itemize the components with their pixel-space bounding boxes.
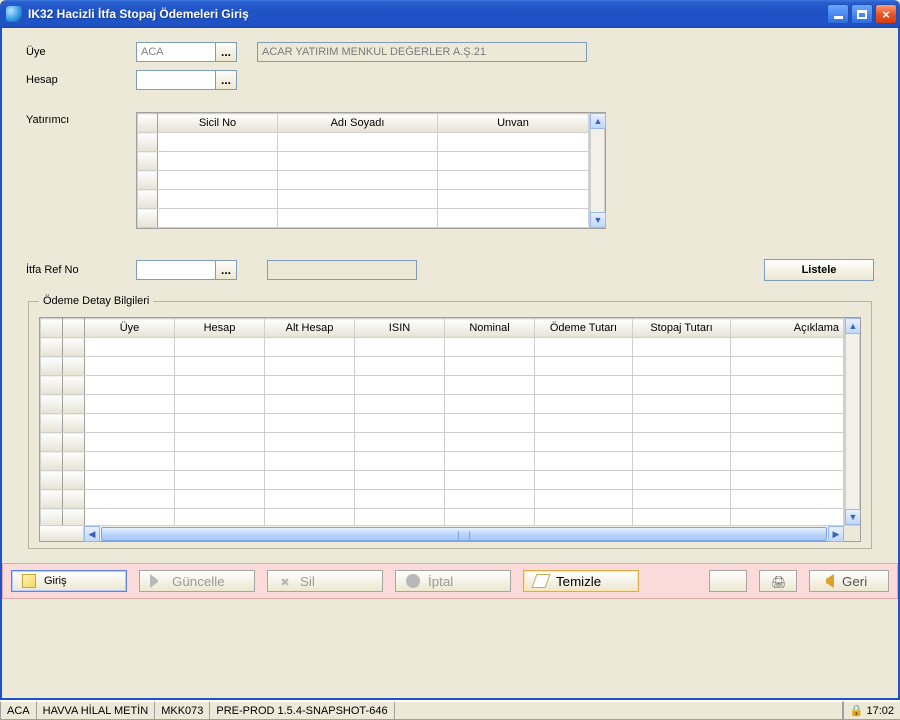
giris-button[interactable]: Giriş xyxy=(11,570,127,592)
scroll-up-icon[interactable]: ▲ xyxy=(845,318,860,334)
scroll-up-icon[interactable]: ▲ xyxy=(590,113,606,129)
scroll-right-icon[interactable]: ▶ xyxy=(828,526,844,542)
table-row xyxy=(41,376,844,395)
grid1-col-sicilno[interactable]: Sicil No xyxy=(158,114,278,133)
detay-grid-hscroll[interactable]: ◀ ▶ xyxy=(40,525,860,541)
grid2-col-uye[interactable]: Üye xyxy=(85,319,175,338)
grid2-col-hesap[interactable]: Hesap xyxy=(175,319,265,338)
guncelle-icon xyxy=(150,574,164,588)
window-close-button[interactable]: × xyxy=(875,4,897,24)
detay-grid[interactable]: Üye Hesap Alt Hesap ISIN Nominal Ödeme T… xyxy=(39,317,861,542)
grid2-col-odemetutari[interactable]: Ödeme Tutarı xyxy=(535,319,633,338)
detay-grid-vscroll[interactable]: ▲ ▼ xyxy=(844,318,860,525)
yatirimci-label: Yatırımcı xyxy=(26,112,136,126)
yatirimci-grid[interactable]: Sicil No Adı Soyadı Unvan ▲ ▼ xyxy=(136,112,606,229)
hscroll-thumb[interactable] xyxy=(101,527,827,541)
grid2-col-stopajtutari[interactable]: Stopaj Tutarı xyxy=(633,319,731,338)
uye-field[interactable] xyxy=(136,42,216,62)
status-cell-version: PRE-PROD 1.5.4-SNAPSHOT-646 xyxy=(209,701,394,720)
iptal-button[interactable]: İptal xyxy=(395,570,511,592)
table-row xyxy=(41,338,844,357)
table-row xyxy=(41,509,844,526)
iptal-icon xyxy=(406,574,420,588)
blank-button[interactable] xyxy=(709,570,747,592)
window-minimize-button[interactable] xyxy=(827,4,849,24)
table-row xyxy=(41,357,844,376)
odeme-detay-legend: Ödeme Detay Bilgileri xyxy=(39,295,153,307)
table-row xyxy=(41,471,844,490)
guncelle-button-label: Güncelle xyxy=(172,574,225,589)
window-title: IK32 Hacizli İtfa Stopaj Ödemeleri Giriş xyxy=(28,7,827,21)
table-row xyxy=(41,395,844,414)
status-cell-code: MKK073 xyxy=(154,701,210,720)
client-area: Üye ... Hesap ... Yatırımcı Sicil No Adı… xyxy=(0,28,900,700)
status-cell-aca: ACA xyxy=(0,701,37,720)
itfaref-lookup-button[interactable]: ... xyxy=(215,260,237,280)
temizle-button[interactable]: Temizle xyxy=(523,570,639,592)
table-row xyxy=(41,490,844,509)
guncelle-button[interactable]: Güncelle xyxy=(139,570,255,592)
window-titlebar: IK32 Hacizli İtfa Stopaj Ödemeleri Giriş… xyxy=(0,0,900,28)
sil-icon xyxy=(278,574,292,588)
temizle-button-label: Temizle xyxy=(556,574,601,589)
app-icon xyxy=(6,6,22,22)
table-row xyxy=(41,452,844,471)
status-cell-user: HAVVA HİLAL METİN xyxy=(36,701,156,720)
yatirimci-grid-vscroll[interactable]: ▲ ▼ xyxy=(589,113,605,228)
grid2-col-aciklama[interactable]: Açıklama xyxy=(731,319,844,338)
hesap-label: Hesap xyxy=(26,74,136,86)
action-bar: Giriş Güncelle Sil İptal Temizle Geri xyxy=(2,563,898,599)
window-maximize-button[interactable] xyxy=(851,4,873,24)
sil-button[interactable]: Sil xyxy=(267,570,383,592)
table-row xyxy=(41,433,844,452)
itfaref-readonly-field xyxy=(267,260,417,280)
print-icon xyxy=(771,574,785,588)
status-bar: ACA HAVVA HİLAL METİN MKK073 PRE-PROD 1.… xyxy=(0,700,900,720)
table-row xyxy=(41,414,844,433)
itfaref-label: İtfa Ref No xyxy=(26,264,136,276)
back-arrow-icon xyxy=(820,574,834,588)
grid2-col-nominal[interactable]: Nominal xyxy=(445,319,535,338)
giris-icon xyxy=(22,574,36,588)
geri-button[interactable]: Geri xyxy=(809,570,889,592)
uye-description-field xyxy=(257,42,587,62)
geri-button-label: Geri xyxy=(842,574,867,589)
temizle-icon xyxy=(531,574,550,588)
hesap-lookup-button[interactable]: ... xyxy=(215,70,237,90)
print-button[interactable] xyxy=(759,570,797,592)
uye-label: Üye xyxy=(26,46,136,58)
listele-button[interactable]: Listele xyxy=(764,259,874,281)
uye-lookup-button[interactable]: ... xyxy=(215,42,237,62)
itfaref-field[interactable] xyxy=(136,260,216,280)
grid2-col-isin[interactable]: ISIN xyxy=(355,319,445,338)
sil-button-label: Sil xyxy=(300,574,315,589)
odeme-detay-fieldset: Ödeme Detay Bilgileri Üye Hesap xyxy=(28,295,872,549)
scroll-down-icon[interactable]: ▼ xyxy=(590,212,606,228)
hesap-field[interactable] xyxy=(136,70,216,90)
scroll-left-icon[interactable]: ◀ xyxy=(84,526,100,542)
grid1-col-adisoyadi[interactable]: Adı Soyadı xyxy=(278,114,438,133)
status-cell-time: 17:02 xyxy=(843,701,900,720)
scroll-down-icon[interactable]: ▼ xyxy=(845,509,860,525)
giris-button-label: Giriş xyxy=(44,575,67,587)
grid2-col-althesap[interactable]: Alt Hesap xyxy=(265,319,355,338)
grid1-col-unvan[interactable]: Unvan xyxy=(438,114,589,133)
iptal-button-label: İptal xyxy=(428,574,453,589)
